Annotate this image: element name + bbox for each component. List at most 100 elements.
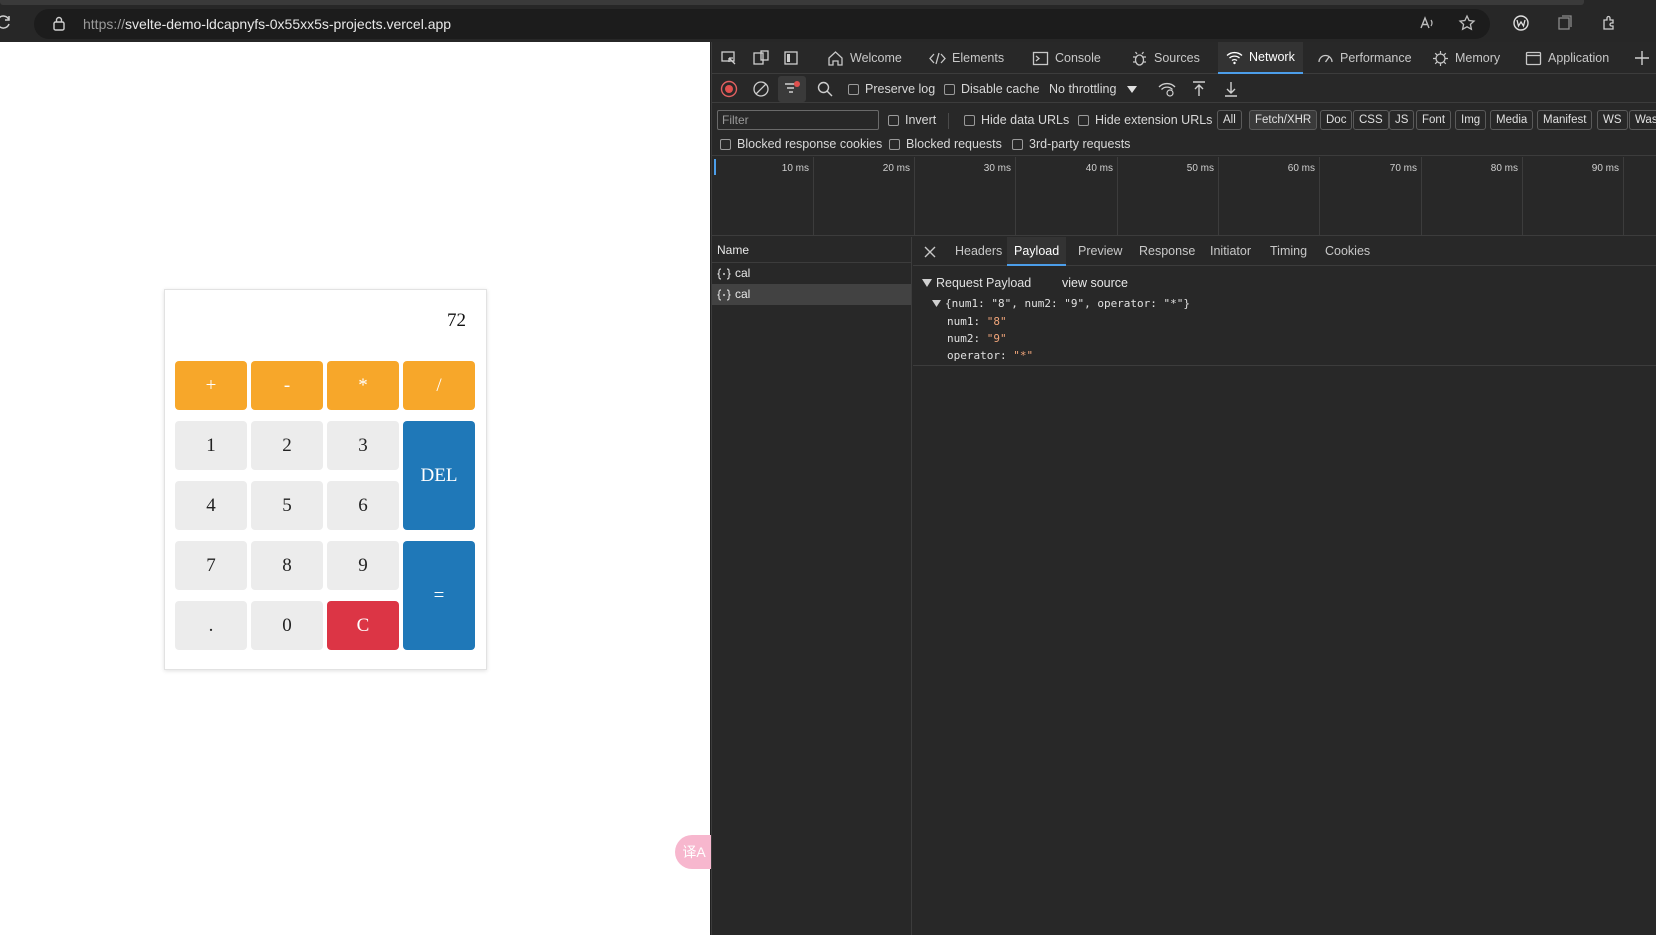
dock-side-icon[interactable] <box>782 49 800 67</box>
tab-response[interactable]: Response <box>1139 237 1195 266</box>
request-detail-panel: Headers Payload Preview Response Initiat… <box>913 237 1656 935</box>
checkbox-box <box>720 138 731 150</box>
tab-performance[interactable]: Performance <box>1317 42 1412 74</box>
reload-icon[interactable] <box>0 14 12 30</box>
digit-9-button[interactable]: 9 <box>327 541 399 590</box>
payload-field-row: num2: "9" <box>947 332 1007 345</box>
add-panel-icon[interactable] <box>1633 49 1651 67</box>
extensions-puzzle-icon[interactable] <box>1600 14 1618 32</box>
minus-button[interactable]: - <box>251 361 323 410</box>
expand-triangle-icon[interactable] <box>932 300 941 307</box>
tab-payload[interactable]: Payload <box>1007 237 1067 266</box>
multiply-button[interactable]: * <box>327 361 399 410</box>
tab-preview[interactable]: Preview <box>1078 237 1122 266</box>
translate-icon[interactable]: 译A <box>675 835 713 869</box>
third-party-requests-checkbox[interactable]: 3rd-party requests <box>1012 137 1130 151</box>
tab-console[interactable]: Console <box>1032 42 1101 74</box>
tab-timing[interactable]: Timing <box>1270 237 1307 266</box>
type-filter-media[interactable]: Media <box>1490 110 1534 130</box>
payload-colon: : <box>999 349 1014 362</box>
request-row-selected[interactable]: cal <box>712 284 911 305</box>
payload-summary[interactable]: {num1: "8", num2: "9", operator: "*"} <box>945 297 1190 310</box>
url-text[interactable]: https://svelte-demo-ldcapnyfs-0x55xx5s-p… <box>83 16 451 32</box>
payload-colon: : <box>973 332 987 345</box>
device-toolbar-icon[interactable] <box>752 49 770 67</box>
tab-sources[interactable]: Sources <box>1131 42 1200 74</box>
type-filter-js[interactable]: JS <box>1389 110 1415 130</box>
import-har-icon[interactable] <box>1190 80 1208 98</box>
digit-1-button[interactable]: 1 <box>175 421 247 470</box>
tab-performance-label: Performance <box>1340 51 1412 65</box>
payload-key: num1 <box>947 315 974 328</box>
expand-triangle-icon[interactable] <box>922 279 932 287</box>
close-icon[interactable] <box>921 243 939 261</box>
digit-0-button[interactable]: 0 <box>251 601 323 650</box>
digit-8-button[interactable]: 8 <box>251 541 323 590</box>
tab-initiator[interactable]: Initiator <box>1210 237 1251 266</box>
record-stop-icon[interactable] <box>720 80 738 98</box>
digit-2-button[interactable]: 2 <box>251 421 323 470</box>
plus-button[interactable]: + <box>175 361 247 410</box>
network-timeline-overview[interactable]: 10 ms 20 ms 30 ms 40 ms 50 ms 60 ms 70 m… <box>712 157 1656 236</box>
clear-log-icon[interactable] <box>752 80 770 98</box>
request-row[interactable]: cal <box>712 263 911 284</box>
tab-cookies[interactable]: Cookies <box>1325 237 1370 266</box>
digit-7-button[interactable]: 7 <box>175 541 247 590</box>
tab-network[interactable]: Network <box>1218 42 1303 74</box>
checkbox-box <box>888 114 899 126</box>
hide-data-urls-checkbox[interactable]: Hide data URLs <box>964 113 1069 127</box>
name-column-header[interactable]: Name <box>712 237 911 263</box>
filter-input[interactable]: Filter <box>717 110 879 130</box>
type-filter-ws[interactable]: WS <box>1597 110 1628 130</box>
type-filter-fetch-xhr[interactable]: Fetch/XHR <box>1249 110 1318 130</box>
type-filter-manifest[interactable]: Manifest <box>1537 110 1593 130</box>
preserve-log-checkbox[interactable]: Preserve log <box>848 82 935 96</box>
application-window-icon <box>1525 51 1542 65</box>
clear-button[interactable]: C <box>327 601 399 650</box>
type-filter-font[interactable]: Font <box>1416 110 1452 130</box>
type-filter-wasm[interactable]: Was <box>1629 110 1656 130</box>
blocked-requests-checkbox[interactable]: Blocked requests <box>889 137 1002 151</box>
type-filter-css[interactable]: CSS <box>1353 110 1389 130</box>
invert-checkbox[interactable]: Invert <box>888 113 936 127</box>
url-scheme: https:// <box>83 16 126 32</box>
network-conditions-icon[interactable] <box>1158 80 1176 98</box>
throttling-value: No throttling <box>1049 82 1117 96</box>
equals-button[interactable]: = <box>403 541 475 650</box>
blocked-response-cookies-checkbox[interactable]: Blocked response cookies <box>720 137 882 151</box>
extension-w-icon[interactable] <box>1512 14 1530 32</box>
digit-4-button[interactable]: 4 <box>175 481 247 530</box>
timeline-tick: 20 ms <box>814 157 915 236</box>
tab-memory[interactable]: Memory <box>1432 42 1500 74</box>
type-filter-doc[interactable]: Doc <box>1320 110 1353 130</box>
tab-elements[interactable]: Elements <box>929 42 1004 74</box>
tab-welcome[interactable]: Welcome <box>827 42 902 74</box>
throttling-select[interactable]: No throttling <box>1049 82 1138 96</box>
digit-6-button[interactable]: 6 <box>327 481 399 530</box>
calculator-display: 72 <box>447 310 466 331</box>
hide-extension-urls-checkbox[interactable]: Hide extension URLs <box>1078 113 1212 127</box>
payload-field-row: operator: "*" <box>947 349 1033 362</box>
search-icon[interactable] <box>816 80 834 98</box>
type-filter-img[interactable]: Img <box>1455 110 1487 130</box>
inspect-element-icon[interactable] <box>720 49 738 67</box>
export-har-icon[interactable] <box>1222 80 1240 98</box>
tab-application[interactable]: Application <box>1525 42 1609 74</box>
request-payload-title[interactable]: Request Payload <box>936 276 1031 290</box>
view-source-link[interactable]: view source <box>1062 276 1128 290</box>
read-aloud-icon[interactable] <box>1418 14 1436 32</box>
payload-key: operator <box>947 349 1000 362</box>
tick-label: 80 ms <box>1490 163 1518 174</box>
lock-icon[interactable] <box>52 15 66 31</box>
tab-headers[interactable]: Headers <box>955 237 1002 266</box>
delete-button[interactable]: DEL <box>403 421 475 530</box>
checkbox-box <box>1078 114 1089 126</box>
type-filter-all[interactable]: All <box>1217 110 1242 130</box>
decimal-button[interactable]: . <box>175 601 247 650</box>
digit-3-button[interactable]: 3 <box>327 421 399 470</box>
digit-5-button[interactable]: 5 <box>251 481 323 530</box>
collections-icon[interactable] <box>1556 14 1574 32</box>
disable-cache-checkbox[interactable]: Disable cache <box>944 82 1040 96</box>
favorite-star-icon[interactable] <box>1458 14 1476 32</box>
divide-button[interactable]: / <box>403 361 475 410</box>
